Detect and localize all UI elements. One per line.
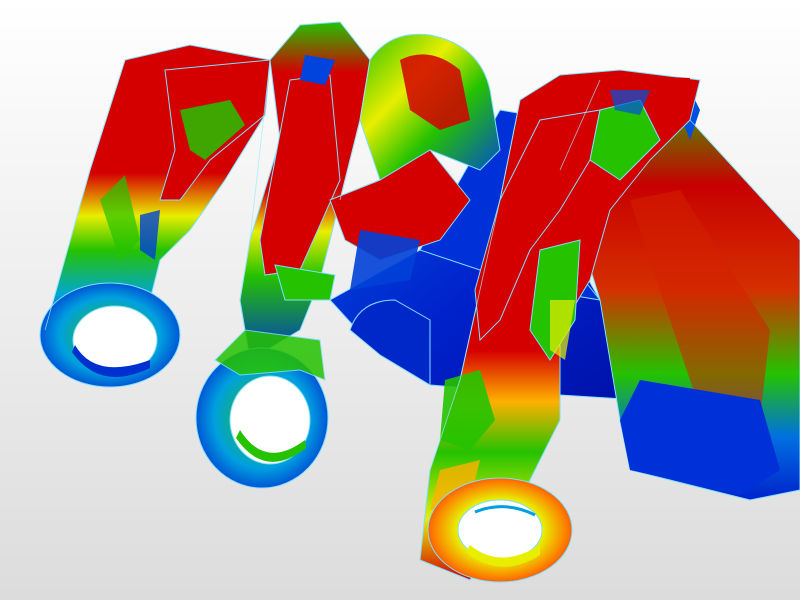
3d-viewport[interactable] bbox=[0, 0, 800, 600]
fea-stress-model[interactable] bbox=[0, 0, 800, 600]
